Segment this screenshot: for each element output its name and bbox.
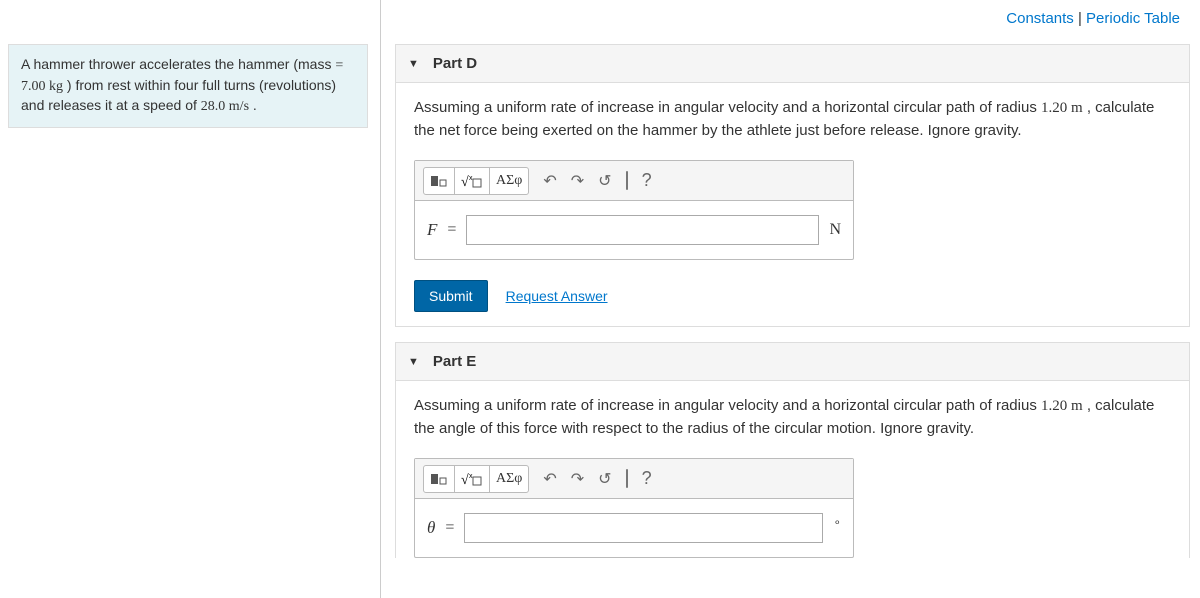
redo-icon[interactable]: ↷ — [571, 469, 584, 489]
undo-icon[interactable]: ↶ — [543, 171, 556, 191]
part-e-title: Part E — [433, 353, 476, 370]
problem-text: A hammer thrower accelerates the hammer … — [21, 56, 335, 72]
part-d-header[interactable]: ▼ Part D — [396, 45, 1189, 83]
svg-text:√: √ — [461, 473, 469, 487]
prompt-text: Assuming a uniform rate of increase in a… — [414, 99, 1041, 116]
request-answer-link-d[interactable]: Request Answer — [506, 288, 608, 304]
part-d: ▼ Part D Assuming a uniform rate of incr… — [395, 44, 1190, 327]
part-e-header[interactable]: ▼ Part E — [396, 343, 1189, 381]
top-links: Constants | Periodic Table — [1006, 10, 1180, 27]
answer-box-d: √x ΑΣφ ↶ ↷ ↺ ? F = N — [414, 160, 854, 260]
problem-text: ) from rest within four full turns (revo… — [21, 77, 336, 114]
toolbar-e: √x ΑΣφ ↶ ↷ ↺ ? — [415, 459, 853, 499]
help-icon[interactable]: ? — [642, 468, 652, 489]
prompt-radius: 1.20 m — [1041, 100, 1083, 116]
redo-icon[interactable]: ↷ — [571, 171, 584, 191]
variable-label-theta: θ — [427, 518, 435, 538]
part-d-prompt: Assuming a uniform rate of increase in a… — [414, 97, 1171, 142]
periodic-table-link[interactable]: Periodic Table — [1086, 10, 1180, 27]
collapse-icon: ▼ — [408, 356, 419, 368]
divider — [380, 0, 381, 598]
collapse-icon: ▼ — [408, 58, 419, 70]
problem-speed: 28.0 m/s — [201, 99, 249, 114]
template-icon[interactable] — [423, 167, 455, 195]
variable-label-f: F — [427, 220, 437, 240]
reset-icon[interactable]: ↺ — [598, 469, 611, 489]
greek-button[interactable]: ΑΣφ — [489, 465, 529, 493]
equals-sign: = — [447, 221, 456, 239]
undo-icon[interactable]: ↶ — [543, 469, 556, 489]
keyboard-icon[interactable] — [626, 172, 628, 190]
part-d-title: Part D — [433, 55, 477, 72]
answer-input-e[interactable] — [464, 513, 823, 543]
unit-degree: ∘ — [833, 515, 841, 530]
toolbar-d: √x ΑΣφ ↶ ↷ ↺ ? — [415, 161, 853, 201]
equals-sign: = — [445, 519, 454, 537]
template-icon[interactable] — [423, 465, 455, 493]
keyboard-icon[interactable] — [626, 470, 628, 488]
unit-n: N — [829, 221, 841, 239]
prompt-radius: 1.20 m — [1041, 398, 1083, 414]
svg-text:x: x — [469, 175, 473, 182]
prompt-text: Assuming a uniform rate of increase in a… — [414, 397, 1041, 414]
problem-statement: A hammer thrower accelerates the hammer … — [8, 44, 368, 128]
part-e: ▼ Part E Assuming a uniform rate of incr… — [395, 342, 1190, 558]
parts-panel: ▼ Part D Assuming a uniform rate of incr… — [395, 44, 1190, 578]
answer-box-e: √x ΑΣφ ↶ ↷ ↺ ? θ = ∘ — [414, 458, 854, 558]
submit-button-d[interactable]: Submit — [414, 280, 488, 312]
part-e-prompt: Assuming a uniform rate of increase in a… — [414, 395, 1171, 440]
svg-text:x: x — [469, 473, 473, 480]
problem-text: . — [249, 97, 257, 113]
root-icon[interactable]: √x — [454, 167, 490, 195]
svg-text:√: √ — [461, 175, 469, 189]
help-icon[interactable]: ? — [642, 170, 652, 191]
link-sep: | — [1074, 10, 1086, 27]
answer-input-d[interactable] — [466, 215, 819, 245]
root-icon[interactable]: √x — [454, 465, 490, 493]
greek-button[interactable]: ΑΣφ — [489, 167, 529, 195]
constants-link[interactable]: Constants — [1006, 10, 1074, 27]
reset-icon[interactable]: ↺ — [598, 171, 611, 191]
